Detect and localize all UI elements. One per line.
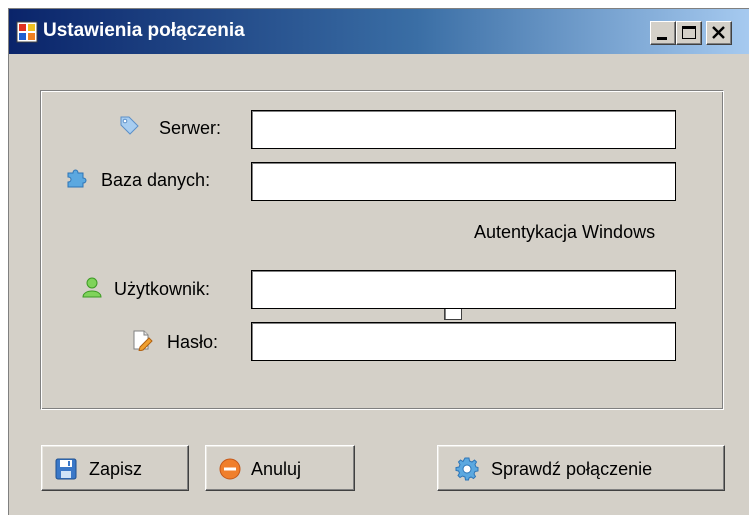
database-label: Baza danych: <box>101 170 211 190</box>
save-button-label: Zapisz <box>89 459 143 479</box>
puzzle-icon <box>67 169 87 188</box>
user-icon <box>82 277 102 298</box>
maximize-button[interactable] <box>676 21 702 45</box>
gear-icon <box>455 457 479 481</box>
connection-settings-window: Ustawienia połączenia Serwer: Baza danyc… <box>8 8 749 515</box>
close-button[interactable] <box>706 21 732 45</box>
window-title: Ustawienia połączenia <box>43 20 245 41</box>
test-connection-button-label: Sprawdź połączenie <box>491 459 653 479</box>
save-button[interactable]: Zapisz <box>41 445 189 491</box>
connection-group-box: Serwer: Baza danych: Autentykacja Window… <box>40 90 724 410</box>
app-window-icon[interactable] <box>16 21 38 43</box>
user-input[interactable] <box>251 270 676 309</box>
floppy-disk-icon <box>55 458 77 480</box>
minimize-icon <box>657 37 667 40</box>
password-input[interactable] <box>251 322 676 361</box>
note-pencil-icon <box>133 330 153 351</box>
server-label: Serwer: <box>159 118 222 138</box>
windows-auth-label[interactable]: Autentykacja Windows <box>474 221 655 243</box>
database-input[interactable] <box>251 162 676 201</box>
close-icon <box>712 26 725 39</box>
tag-icon <box>120 116 139 135</box>
cancel-button-label: Anuluj <box>251 459 302 479</box>
maximize-icon <box>682 26 696 39</box>
title-bar[interactable]: Ustawienia połączenia <box>9 9 749 54</box>
cancel-circle-icon <box>219 458 241 480</box>
password-label: Hasło: <box>167 332 219 352</box>
user-label: Użytkownik: <box>114 279 211 299</box>
minimize-button[interactable] <box>650 21 676 45</box>
cancel-button[interactable]: Anuluj <box>205 445 355 491</box>
server-input[interactable] <box>251 110 676 149</box>
test-connection-button[interactable]: Sprawdź połączenie <box>437 445 725 491</box>
